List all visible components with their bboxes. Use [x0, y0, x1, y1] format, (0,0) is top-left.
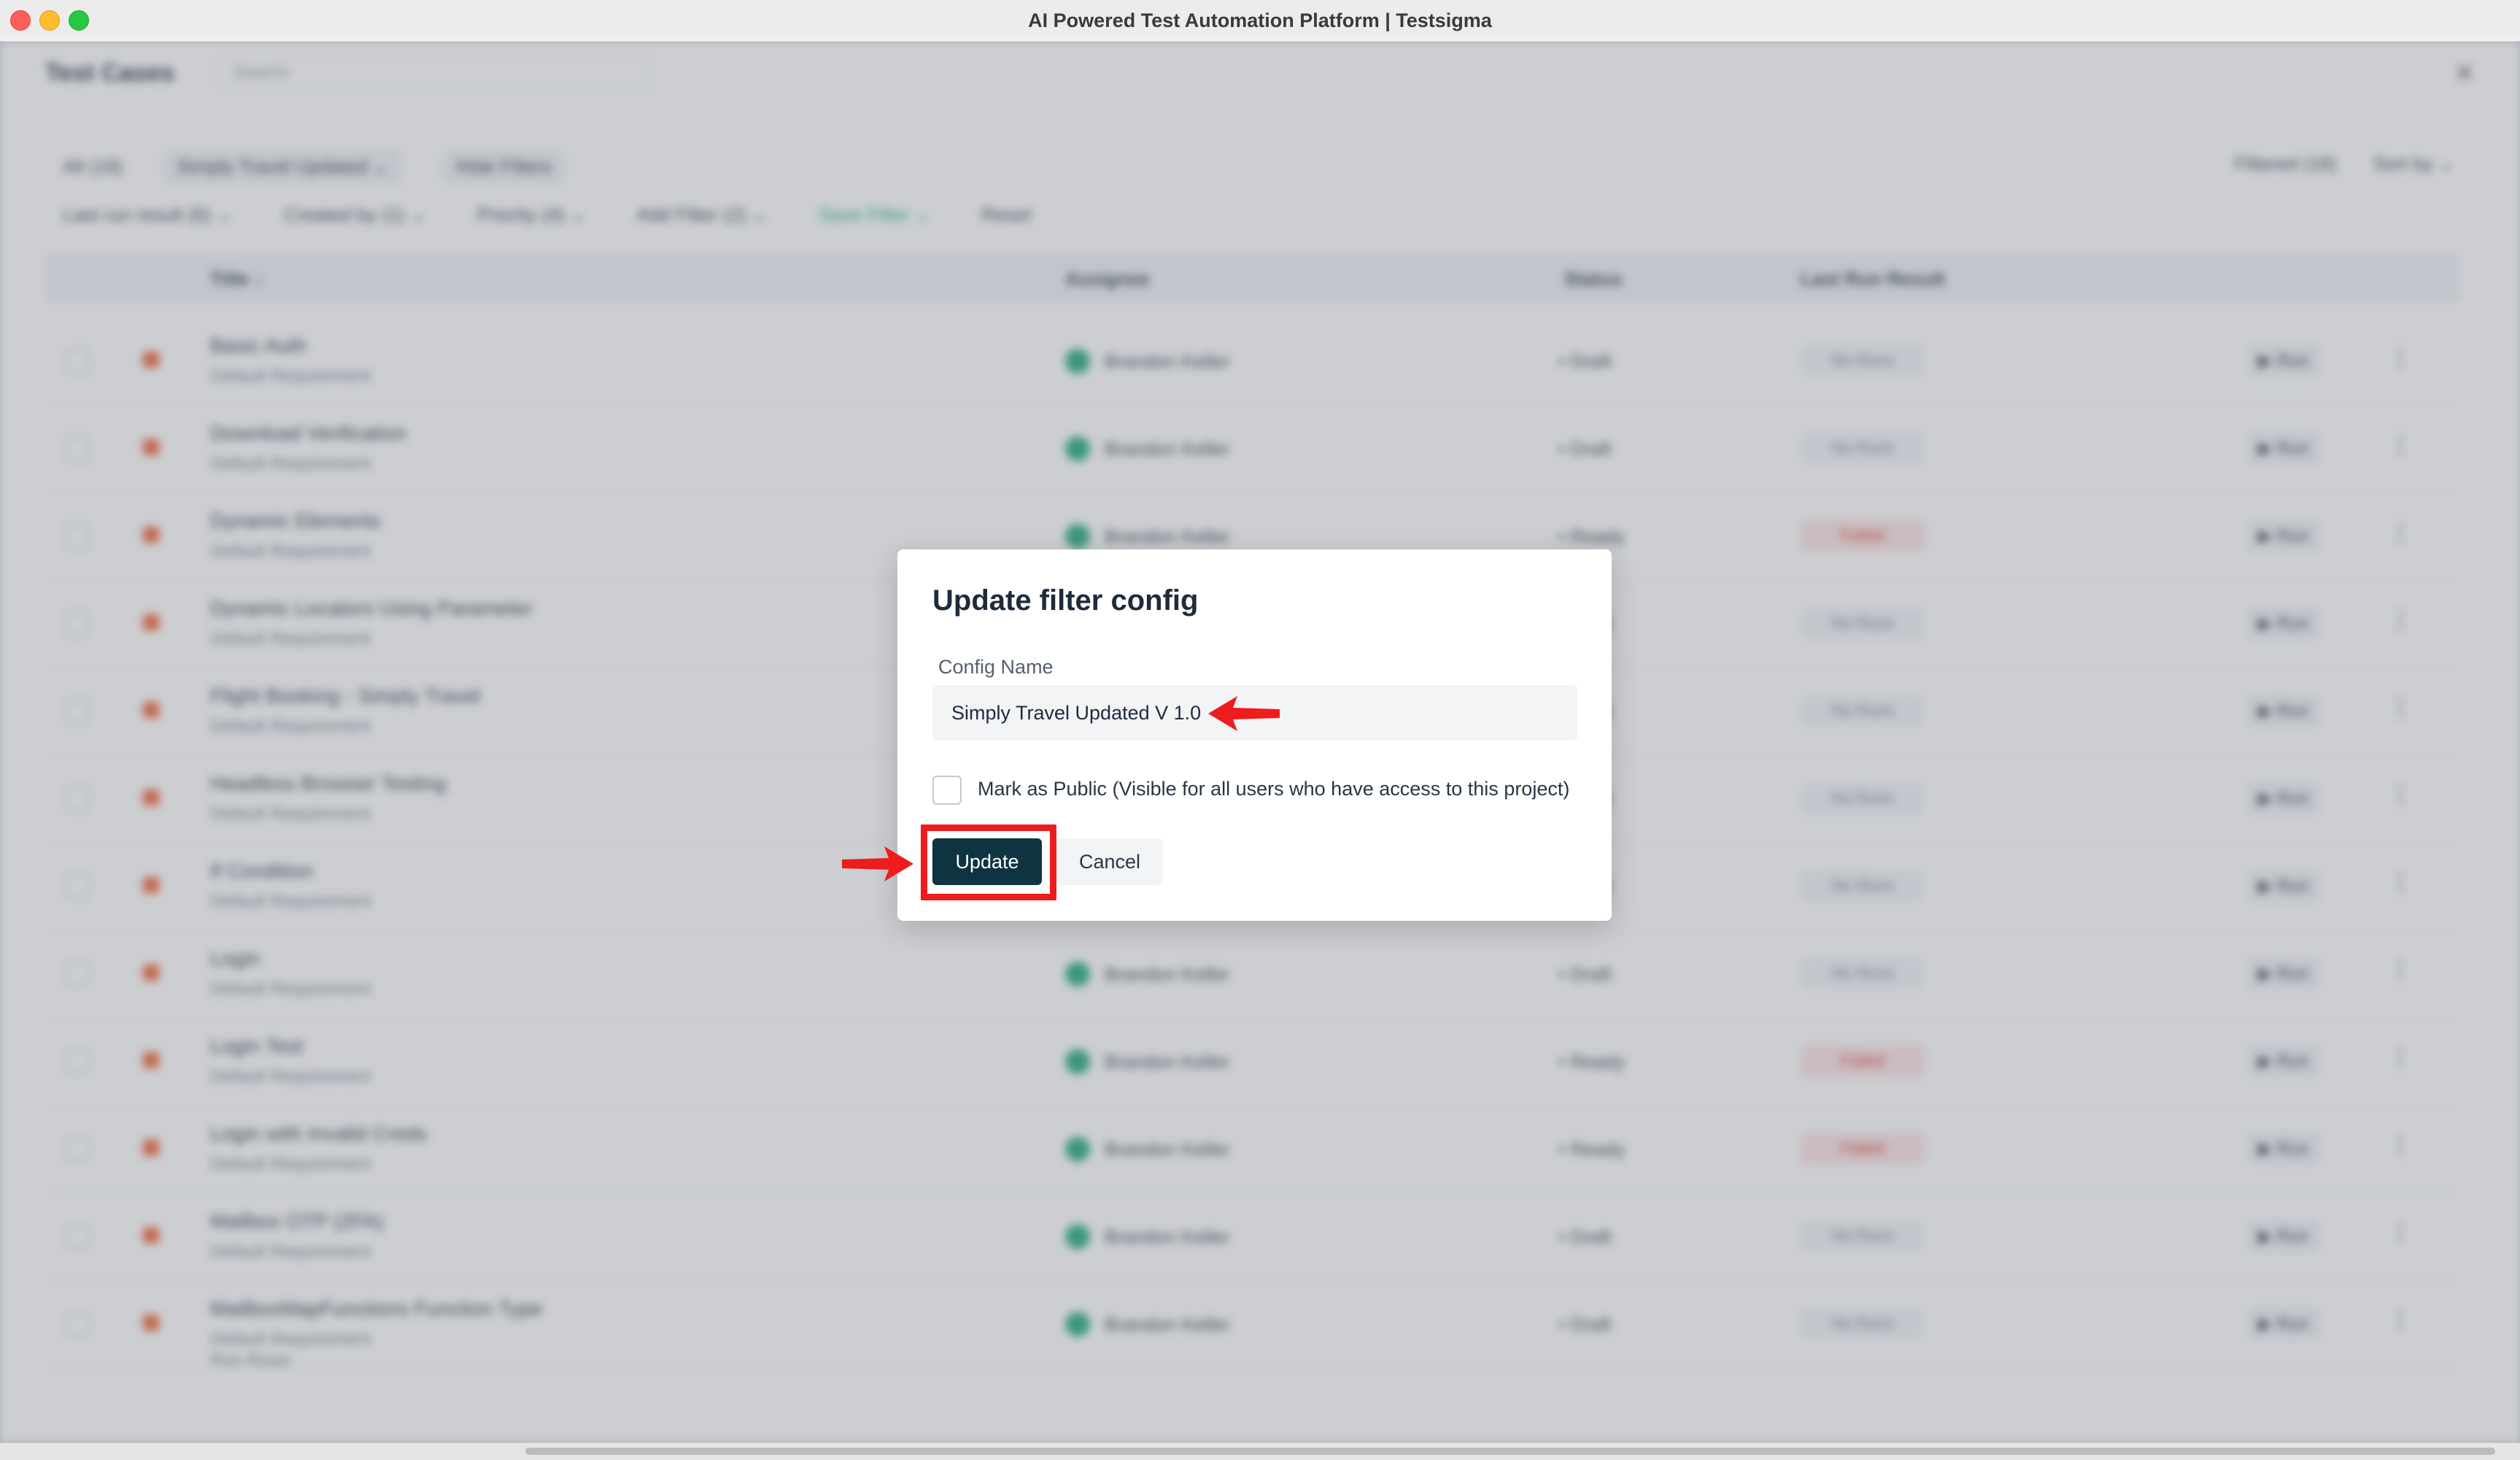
scrollbar-thumb[interactable]: [525, 1448, 2495, 1455]
window-title: AI Powered Test Automation Platform | Te…: [1028, 9, 1492, 31]
close-window-button[interactable]: [10, 10, 31, 31]
update-highlight-box: [921, 824, 1056, 900]
window-titlebar: AI Powered Test Automation Platform | Te…: [0, 0, 2520, 42]
mark-public-label[interactable]: Mark as Public (Visible for all users wh…: [978, 778, 1569, 800]
mark-public-checkbox[interactable]: [932, 776, 962, 805]
config-name-label: Config Name: [938, 656, 1054, 678]
arrow-right-icon: [842, 846, 913, 881]
minimize-window-button[interactable]: [39, 10, 60, 31]
horizontal-scrollbar[interactable]: [0, 1442, 2520, 1460]
cancel-button[interactable]: Cancel: [1056, 838, 1163, 885]
arrow-left-icon: [1208, 696, 1280, 731]
dialog-title: Update filter config: [932, 584, 1199, 617]
zoom-window-button[interactable]: [69, 10, 89, 31]
